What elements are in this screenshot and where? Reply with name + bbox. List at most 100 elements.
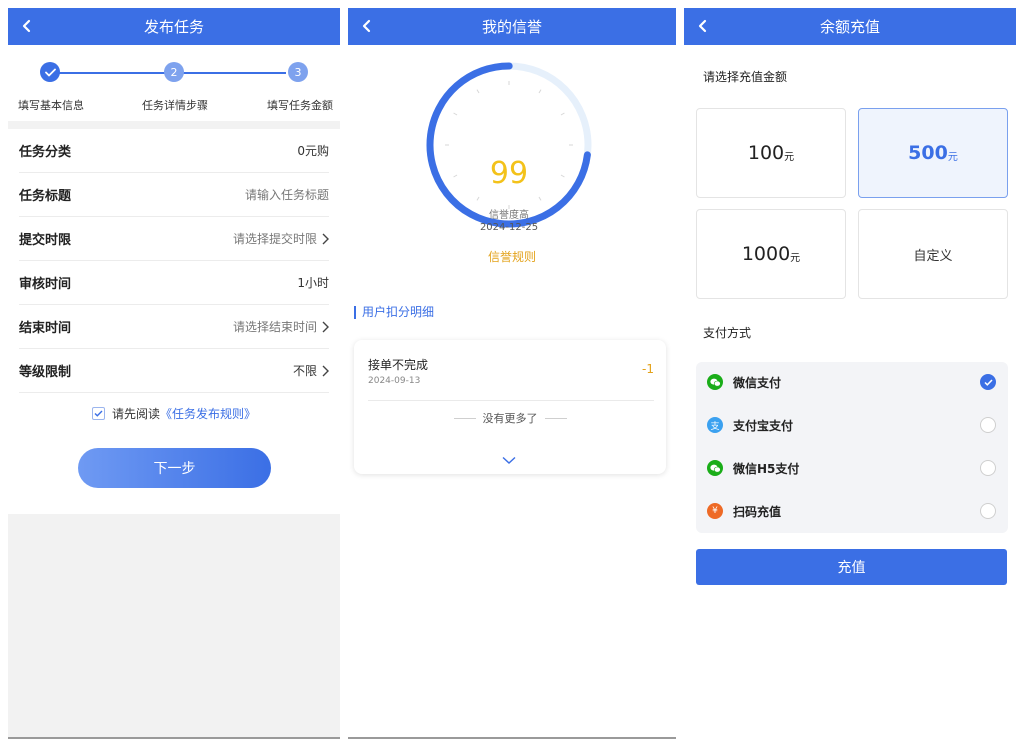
step-1-check-icon [40,62,60,82]
row-end-time[interactable]: 结束时间 请选择结束时间 [19,305,329,349]
deduction-points: -1 [642,362,654,376]
pay-name: 微信支付 [733,375,782,390]
step-2-label: 任务详情步骤 [142,99,208,112]
pay-option-alipay[interactable]: 支 支付宝支付 [707,410,996,440]
row-label: 提交时限 [19,233,72,248]
credit-score: 99 [489,156,529,191]
custom-amount-label: 自定义 [913,248,953,264]
pay-name: 扫码充值 [733,504,782,519]
bottom-border [348,737,676,739]
gauge-tick [476,196,480,201]
task-title-input[interactable]: 请输入任务标题 [245,186,329,203]
alipay-icon: 支 [707,417,723,433]
row-label: 结束时间 [19,321,72,336]
pay-name: 支付宝支付 [733,418,794,433]
payment-methods: 微信支付 支 支付宝支付 微信H5支付 ¥ 扫码充值 [696,362,1008,533]
row-value: 0元购 [297,144,329,158]
empty-area [8,514,340,739]
pay-option-wechat-h5[interactable]: 微信H5支付 [707,453,996,483]
chevron-right-icon [321,233,329,245]
wechat-icon [707,460,723,476]
recharge-button[interactable]: 充值 [696,549,1007,585]
step-3-dot: 3 [288,62,308,82]
row-review-time[interactable]: 审核时间 1小时 [19,261,329,305]
chevron-right-icon [321,365,329,377]
step-1-label: 填写基本信息 [18,99,84,112]
amount-unit: 元 [790,253,801,264]
step-2-dot: 2 [164,62,184,82]
gauge-tick [476,89,480,94]
yen-icon: ¥ [707,503,723,519]
gauge-ring [426,62,592,228]
credit-level: 信誉度高 [489,210,529,221]
dash-line [544,417,567,419]
back-icon[interactable] [356,15,378,37]
section-divider [8,121,340,129]
row-title[interactable]: 任务标题 请输入任务标题 [19,173,329,217]
amount-value: 1000 [741,243,791,265]
publish-task-screen: 发布任务 2 3 填写基本信息 任务详情步骤 填写任务金额 任务分类 0元购 任… [8,8,340,739]
pay-name: 微信H5支付 [733,461,800,476]
radio-icon[interactable] [980,503,996,519]
title-bar: 我的信誉 [348,8,676,45]
back-icon[interactable] [692,15,714,37]
deduction-reason: 接单不完成 [368,358,429,372]
row-category[interactable]: 任务分类 0元购 [19,129,329,173]
gauge-tick [538,89,542,94]
row-label: 审核时间 [19,277,72,292]
gauge-tick [560,112,565,116]
deduction-section-title: 用户扣分明细 [354,306,434,319]
amount-unit: 元 [784,152,795,163]
step-3-label: 填写任务金额 [267,99,333,112]
radio-checked-icon[interactable] [980,374,996,390]
deduction-card: 接单不完成 2024-09-13 -1 没有更多了 [354,340,666,474]
page-title: 发布任务 [143,18,204,36]
divider [368,400,654,401]
amount-unit: 元 [947,152,958,163]
task-form: 任务分类 0元购 任务标题 请输入任务标题 提交时限 请选择提交时限 审核时间 … [8,129,340,393]
stepper: 2 3 填写基本信息 任务详情步骤 填写任务金额 [8,45,340,121]
title-bar: 发布任务 [8,8,340,45]
pay-option-scan[interactable]: ¥ 扫码充值 [707,496,996,526]
recharge-screen: 余额充值 请选择充值金额 100 元 500 元 1000 元 自定义 支付方式 微信… [684,8,1016,739]
amount-option-500[interactable]: 500 元 [858,108,1008,198]
pay-option-wechat[interactable]: 微信支付 [707,367,996,397]
row-level-limit[interactable]: 等级限制 不限 [19,349,329,393]
pay-method-label: 支付方式 [703,326,752,340]
amount-label: 请选择充值金额 [703,70,788,84]
agreement: 请先阅读 《任务发布规则》 [8,393,340,433]
row-label: 任务标题 [19,189,72,204]
credit-date: 2024-12-25 [479,222,539,233]
chevron-right-icon [321,321,329,333]
radio-icon[interactable] [980,417,996,433]
back-icon[interactable] [16,15,38,37]
wechat-icon [707,374,723,390]
gauge-tick [453,112,458,116]
task-rules-link[interactable]: 《任务发布规则》 [160,405,256,422]
credit-gauge: 99 信誉度高 2024-12-25 [424,60,594,233]
no-more-hint: 没有更多了 [354,410,666,426]
row-value: 1小时 [297,276,329,290]
row-submit-limit[interactable]: 提交时限 请选择提交时限 [19,217,329,261]
row-value: 请选择结束时间 [232,320,317,334]
page-title: 余额充值 [819,18,880,36]
gauge-tick [538,196,542,201]
amount-value: 100 [747,142,785,164]
my-credit-screen: 我的信誉 99 信誉度高 2024-12-25 信誉规则 用户扣分明细 接单不完… [348,8,676,739]
next-step-button[interactable]: 下一步 [78,448,271,488]
radio-icon[interactable] [980,460,996,476]
amount-option-custom[interactable]: 自定义 [858,209,1008,299]
row-label: 任务分类 [19,145,72,160]
amount-option-100[interactable]: 100 元 [696,108,846,198]
row-value: 请选择提交时限 [232,232,317,246]
chevron-down-icon[interactable] [502,450,516,469]
bottom-border [8,737,340,739]
amount-value: 500 [908,142,948,164]
deduction-date: 2024-09-13 [368,376,421,386]
dash-line [453,417,476,419]
page-title: 我的信誉 [481,18,542,36]
credit-rules-link[interactable]: 信誉规则 [348,248,676,265]
amount-option-1000[interactable]: 1000 元 [696,209,846,299]
title-bar: 余额充值 [684,8,1016,45]
agree-checkbox[interactable] [91,406,105,420]
